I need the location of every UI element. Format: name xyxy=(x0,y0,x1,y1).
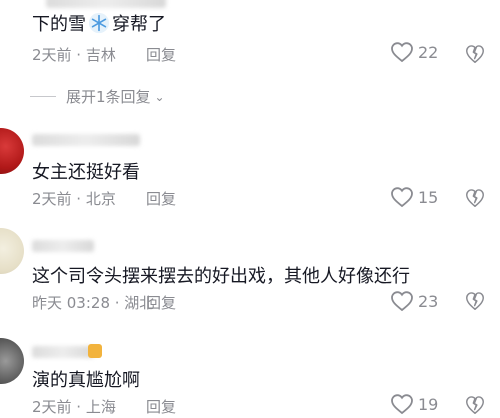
comment-text: 下的雪 穿帮了 xyxy=(32,12,166,35)
reply-button[interactable]: 回复 xyxy=(146,292,176,313)
reply-button[interactable]: 回复 xyxy=(146,44,176,65)
comment-text: 女主还挺好看 xyxy=(32,162,140,183)
heart-outline-icon xyxy=(391,187,413,208)
comment-meta: 2天前 · 北京 xyxy=(32,190,116,208)
comment-meta: 2天前 · 吉林 xyxy=(32,46,116,64)
avatar[interactable] xyxy=(0,128,24,174)
comment-text: 这个司令头摆来摆去的好出戏，其他人好像还行 xyxy=(32,266,410,287)
avatar[interactable] xyxy=(0,228,24,274)
chevron-down-icon: ⌄ xyxy=(154,89,165,104)
dislike-icon[interactable] xyxy=(464,394,486,416)
like-button[interactable]: 23 xyxy=(390,290,438,312)
comment-text: 演的真尴尬啊 xyxy=(32,370,140,391)
like-button[interactable]: 19 xyxy=(390,393,438,415)
like-button[interactable]: 22 xyxy=(390,41,438,63)
avatar[interactable] xyxy=(0,338,24,384)
heart-outline-icon xyxy=(391,291,413,312)
dislike-icon[interactable] xyxy=(464,43,486,65)
heart-outline-icon xyxy=(391,394,413,415)
username-blurred xyxy=(32,240,94,252)
like-count: 19 xyxy=(418,394,439,414)
comment-meta: 昨天 03:28 · 湖北 xyxy=(32,294,155,312)
username-blurred xyxy=(32,134,140,146)
heart-outline-icon xyxy=(391,42,413,63)
reply-button[interactable]: 回复 xyxy=(146,188,176,209)
like-button[interactable]: 15 xyxy=(390,186,438,208)
like-count: 22 xyxy=(418,42,439,62)
snowflake-icon xyxy=(88,12,110,34)
like-count: 15 xyxy=(418,187,439,207)
like-count: 23 xyxy=(418,291,439,311)
expand-replies-button[interactable]: 展开1条回复 ⌄ xyxy=(30,86,165,107)
divider-line xyxy=(30,96,56,97)
dislike-icon[interactable] xyxy=(464,290,486,312)
username-blurred xyxy=(46,0,166,8)
expand-replies-label: 展开1条回复 xyxy=(66,88,151,106)
dislike-icon[interactable] xyxy=(464,187,486,209)
reply-button[interactable]: 回复 xyxy=(146,396,176,417)
username-blurred xyxy=(32,346,94,358)
username-badge xyxy=(88,344,102,358)
comment-meta: 2天前 · 上海 xyxy=(32,398,116,416)
